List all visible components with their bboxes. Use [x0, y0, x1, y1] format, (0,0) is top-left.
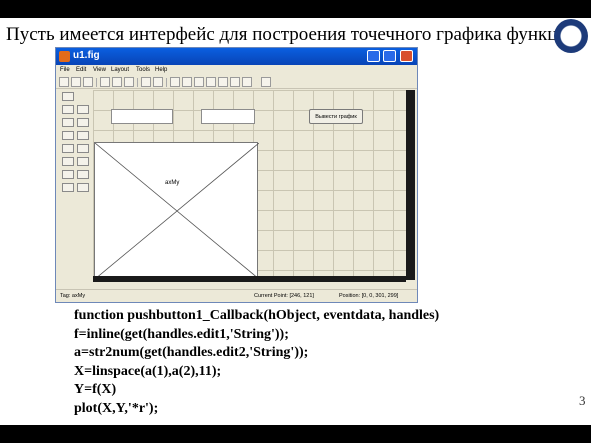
- toolbar: [56, 76, 417, 89]
- property-inspector-icon[interactable]: [218, 77, 228, 87]
- code-line: a=str2num(get(handles.edit2,'String'));: [74, 345, 309, 360]
- close-button[interactable]: [400, 50, 413, 62]
- edit1-field[interactable]: [111, 109, 173, 124]
- radio-tool-icon[interactable]: [62, 118, 74, 127]
- align-icon[interactable]: [170, 77, 180, 87]
- guide-window: u1.fig File Edit View Layout Tools Help: [55, 47, 418, 303]
- panel-tool-icon[interactable]: [77, 170, 89, 179]
- slider-tool-icon[interactable]: [77, 105, 89, 114]
- code-listing: function pushbutton1_Callback(hObject, e…: [74, 307, 439, 418]
- page-number: 3: [579, 393, 586, 408]
- menu-editor-icon[interactable]: [182, 77, 192, 87]
- pushbutton-tool-icon[interactable]: [62, 105, 74, 114]
- mfile-editor-icon[interactable]: [206, 77, 216, 87]
- edit2-field[interactable]: [201, 109, 255, 124]
- matlab-figure-icon: [59, 51, 70, 62]
- open-icon[interactable]: [71, 77, 81, 87]
- paste-icon[interactable]: [124, 77, 134, 87]
- text-tool-icon[interactable]: [77, 131, 89, 140]
- listbox-tool-icon[interactable]: [77, 144, 89, 153]
- code-line: f=inline(get(handles.edit1,'String'));: [74, 326, 289, 342]
- tab-order-icon[interactable]: [194, 77, 204, 87]
- table-tool-icon[interactable]: [77, 157, 89, 166]
- slide-title: Пусть имеется интерфейс для построения т…: [6, 24, 578, 45]
- menu-bar: File Edit View Layout Tools Help: [56, 66, 417, 76]
- window-title: u1.fig: [73, 50, 100, 61]
- code-line: function pushbutton1_Callback(hObject, e…: [74, 308, 440, 323]
- redo-icon[interactable]: [153, 77, 163, 87]
- save-icon[interactable]: [83, 77, 93, 87]
- axes-placeholder-cross: [95, 143, 259, 279]
- logo-icon: [554, 19, 588, 53]
- status-tag: Tag: axMy: [60, 293, 86, 299]
- buttongroup-tool-icon[interactable]: [62, 183, 74, 192]
- minimize-button[interactable]: [367, 50, 380, 62]
- horizontal-scrollbar[interactable]: [93, 276, 406, 282]
- run-icon[interactable]: [242, 77, 252, 87]
- checkbox-tool-icon[interactable]: [77, 118, 89, 127]
- axes-tool-icon[interactable]: [62, 170, 74, 179]
- edit-tool-icon[interactable]: [62, 131, 74, 140]
- copy-icon[interactable]: [112, 77, 122, 87]
- status-current-point: Current Point: [246, 121]: [254, 293, 314, 299]
- activex-tool-icon[interactable]: [77, 183, 89, 192]
- new-icon[interactable]: [59, 77, 69, 87]
- layout-canvas[interactable]: Вывести график axMy: [93, 90, 406, 280]
- maximize-button[interactable]: [383, 50, 396, 62]
- plot-button[interactable]: Вывести график: [309, 109, 363, 124]
- toggle-tool-icon[interactable]: [62, 157, 74, 166]
- menu-view[interactable]: View: [93, 67, 106, 73]
- menu-file[interactable]: File: [60, 67, 70, 73]
- run-figure-icon[interactable]: [261, 77, 271, 87]
- popup-tool-icon[interactable]: [62, 144, 74, 153]
- toolbar-separator: [96, 78, 97, 87]
- status-position: Position: [0, 0, 301, 299]: [339, 293, 399, 299]
- object-browser-icon[interactable]: [230, 77, 240, 87]
- axes-tag-label: axMy: [165, 180, 180, 186]
- menu-tools[interactable]: Tools: [136, 67, 150, 73]
- axes-axmy[interactable]: axMy: [94, 142, 259, 279]
- component-palette: [60, 92, 92, 242]
- menu-help[interactable]: Help: [155, 67, 167, 73]
- code-line: X=linspace(a(1),a(2),11);: [74, 363, 222, 379]
- toolbar-separator: [166, 78, 167, 87]
- vertical-scrollbar[interactable]: [406, 90, 415, 280]
- toolbar-separator: [137, 78, 138, 87]
- menu-edit[interactable]: Edit: [76, 67, 86, 73]
- cut-icon[interactable]: [100, 77, 110, 87]
- code-line: plot(X,Y,'*r');: [74, 400, 159, 416]
- code-line: Y=f(X): [74, 382, 117, 397]
- bottom-black-bar: [0, 425, 591, 443]
- menu-layout[interactable]: Layout: [111, 67, 129, 73]
- undo-icon[interactable]: [141, 77, 151, 87]
- window-titlebar[interactable]: u1.fig: [56, 48, 417, 65]
- top-black-bar: [0, 0, 591, 18]
- select-tool-icon[interactable]: [62, 92, 74, 101]
- status-bar: Tag: axMy Current Point: [246, 121] Posi…: [56, 289, 417, 302]
